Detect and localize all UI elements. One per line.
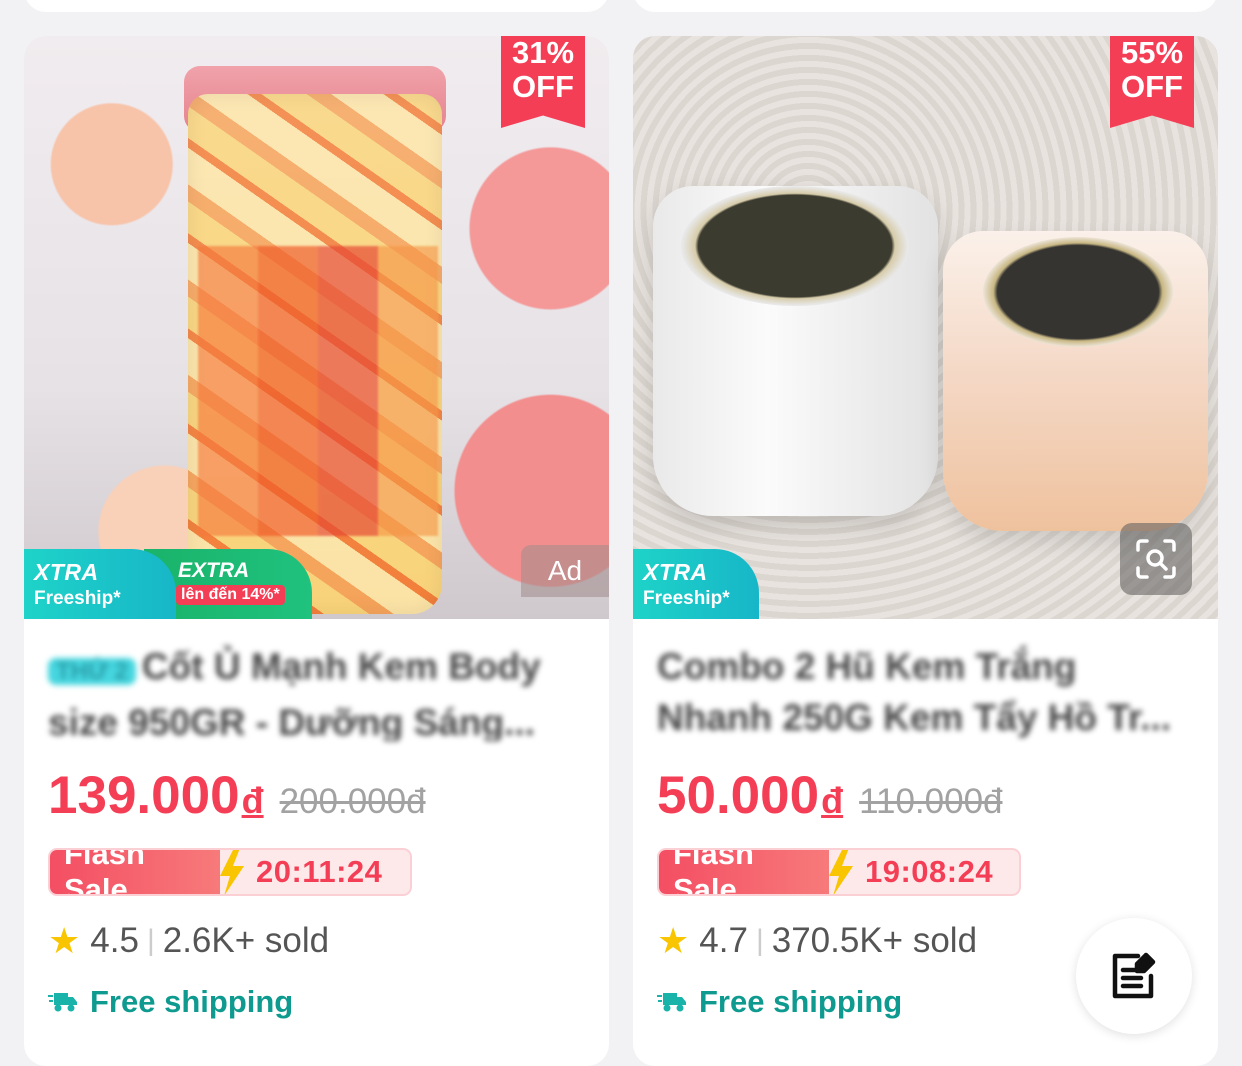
sold-count: 370.5K+ sold — [771, 921, 978, 960]
jar-lid — [681, 186, 909, 306]
jar-lid — [983, 237, 1173, 347]
price-row: 139.000 đ 200.000đ — [48, 765, 585, 826]
discount-badge: 55% OFF — [1110, 36, 1194, 128]
free-shipping-label: Free shipping — [90, 984, 294, 1019]
lightning-icon — [220, 850, 244, 894]
image-search-button[interactable] — [1120, 523, 1192, 595]
freeship-label: Freeship* — [34, 588, 121, 609]
flash-sale-timer: 20:11:24 — [256, 854, 383, 889]
currency-symbol: đ — [821, 780, 844, 821]
title-tag: THỨ 2 — [48, 658, 136, 685]
product-image[interactable]: 55% OFF XTRA Freeship* — [633, 36, 1218, 619]
xtra-freeship-tag: XTRA Freeship* — [24, 549, 176, 619]
xtra-label: XTRA — [34, 559, 99, 585]
flash-sale-tag: Flash Sale 20:11:24 — [48, 848, 412, 896]
pixelated-label — [198, 246, 438, 536]
price-row: 50.000 đ 110.000đ — [657, 765, 1194, 826]
rating-value: 4.5 — [90, 921, 139, 960]
rating-value: 4.7 — [699, 921, 748, 960]
cream-jar — [943, 231, 1208, 531]
extra-value: lên đến 14%* — [176, 585, 285, 605]
previous-card-bottom-left — [24, 0, 609, 12]
flash-sale-label: Flash Sale — [659, 850, 829, 894]
discount-off: OFF — [1121, 69, 1183, 104]
flash-sale-tag: Flash Sale 19:08:24 — [657, 848, 1021, 896]
product-image[interactable]: 31% OFF EXTRA lên đến 14%* XTRA Freeship… — [24, 36, 609, 619]
previous-card-bottom-right — [633, 0, 1218, 12]
discount-off: OFF — [512, 69, 574, 104]
original-price: 110.000đ — [859, 782, 1003, 821]
edit-note-icon — [1112, 952, 1156, 999]
discount-badge: 31% OFF — [501, 36, 585, 128]
star-icon: ★ — [48, 920, 81, 961]
ad-label: Ad — [521, 545, 609, 597]
image-search-icon — [1136, 539, 1176, 579]
xtra-label: XTRA — [643, 559, 708, 585]
lightning-icon — [829, 850, 853, 894]
divider: | — [146, 924, 155, 957]
discount-percent: 31% — [511, 36, 575, 70]
rating-row: ★ 4.5 | 2.6K+ sold — [48, 920, 585, 962]
original-price: 200.000đ — [279, 782, 426, 821]
star-icon: ★ — [657, 920, 690, 961]
extra-label: EXTRA — [178, 559, 250, 582]
edit-note-button[interactable] — [1076, 918, 1192, 1034]
truck-icon — [657, 993, 686, 1012]
xtra-freeship-tag: XTRA Freeship* — [633, 549, 759, 619]
divider: | — [755, 924, 764, 957]
free-shipping-label: Free shipping — [699, 984, 903, 1019]
product-title[interactable]: THỨ 2 Cốt Ủ Mạnh Kem Body size 950GR - Dư… — [48, 641, 585, 741]
truck-icon — [48, 993, 77, 1012]
current-price: 50.000 — [657, 766, 820, 825]
discount-percent: 55% — [1120, 36, 1184, 70]
shipping-row: Free shipping — [48, 984, 585, 1020]
product-card[interactable]: 55% OFF XTRA Freeship* Combo 2 Hũ Kem Tr… — [633, 36, 1218, 1066]
flash-sale-label: Flash Sale — [50, 850, 220, 894]
current-price: 139.000 — [48, 766, 240, 825]
white-jar — [653, 186, 938, 516]
freeship-label: Freeship* — [643, 588, 730, 609]
product-title[interactable]: Combo 2 Hũ Kem Trắng Nhanh 250G Kem Tẩy … — [657, 641, 1194, 741]
flash-sale-timer: 19:08:24 — [865, 854, 994, 889]
sold-count: 2.6K+ sold — [162, 921, 330, 960]
currency-symbol: đ — [241, 780, 264, 821]
product-card[interactable]: 31% OFF EXTRA lên đến 14%* XTRA Freeship… — [24, 36, 609, 1066]
